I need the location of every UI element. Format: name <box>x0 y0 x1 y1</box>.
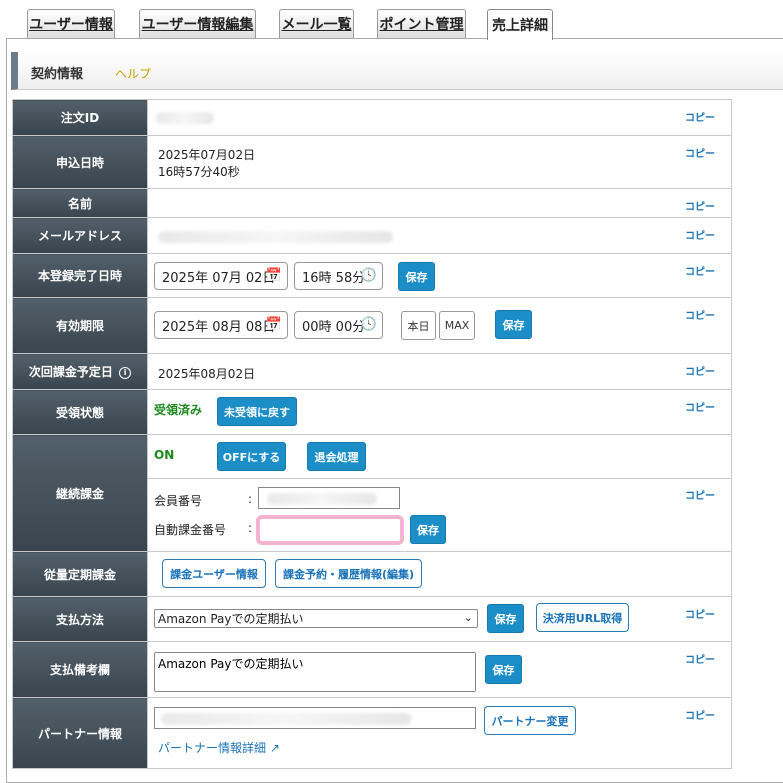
partner-detail-link[interactable]: パートナー情報詳細 ↗ <box>158 739 280 756</box>
label-name: 名前 <box>12 188 148 218</box>
row-registered-at: 本登録完了日時 2025年 07月 02日 📅 16時 58分 🕓 保存 コピー <box>12 253 732 298</box>
row-expiry: 有効期限 2025年 08月 08日 📅 00時 00分 🕓 本日 MAX 保存… <box>12 297 732 354</box>
row-receipt: 受領状態 受領済み 未受領に戻す コピー <box>12 389 732 435</box>
email-value-redacted <box>158 231 393 243</box>
row-name: 名前 コピー <box>12 188 732 218</box>
payment-note-textarea[interactable]: Amazon Payでの定期払い <box>154 652 476 692</box>
row-applied-at: 申込日時 2025年07月02日 16時57分40秒 コピー <box>12 135 732 189</box>
copy-email[interactable]: コピー <box>685 227 715 242</box>
clock-icon[interactable]: 🕓 <box>361 317 377 332</box>
tab-mail-list[interactable]: メール一覧 <box>279 9 354 38</box>
next-billing-value: 2025年08月02日 <box>158 367 256 381</box>
tab-user-info[interactable]: ユーザー情報 <box>27 9 115 38</box>
row-order-id: 注文ID コピー <box>12 99 732 136</box>
copy-expiry[interactable]: コピー <box>685 307 715 322</box>
withdraw-button[interactable]: 退会処理 <box>307 442 366 471</box>
partner-detail-link-text: パートナー情報詳細 <box>158 741 267 755</box>
expiry-date-value: 2025年 08月 08日 <box>162 319 276 335</box>
copy-name[interactable]: コピー <box>685 198 715 213</box>
expiry-time-input[interactable]: 00時 00分 🕓 <box>294 311 383 339</box>
row-next-billing: 次回課金予定日 i 2025年08月02日 コピー <box>12 353 732 390</box>
row-payment-note: 支払備考欄 Amazon Payでの定期払い 保存 コピー <box>12 641 732 698</box>
label-receipt: 受領状態 <box>12 389 148 435</box>
save-expiry-button[interactable]: 保存 <box>495 310 532 339</box>
copy-next-billing[interactable]: コピー <box>685 363 715 378</box>
label-registered-at: 本登録完了日時 <box>12 253 148 298</box>
receipt-status: 受領済み <box>154 403 203 417</box>
member-no-colon: : <box>248 492 253 506</box>
registered-time-value: 16時 58分 <box>302 270 366 286</box>
copy-receipt[interactable]: コピー <box>685 399 715 414</box>
applied-time: 16時57分40秒 <box>158 165 240 179</box>
copy-partner[interactable]: コピー <box>685 707 715 722</box>
auto-billing-label: 自動課金番号 <box>154 523 227 537</box>
row-partner: パートナー情報 パートナー変更 パートナー情報詳細 ↗ コピー <box>12 697 732 769</box>
member-no-redacted <box>267 493 377 505</box>
save-payment-method-button[interactable]: 保存 <box>487 604 524 633</box>
revert-receipt-button[interactable]: 未受領に戻す <box>217 397 297 426</box>
info-circle-icon[interactable]: i <box>119 366 132 379</box>
turn-off-button[interactable]: OFFにする <box>217 442 286 471</box>
copy-applied-at[interactable]: コピー <box>685 145 715 160</box>
max-button[interactable]: MAX <box>439 311 475 340</box>
auto-billing-colon: : <box>248 521 253 535</box>
payment-method-selected: Amazon Payでの定期払い <box>158 612 304 626</box>
label-expiry: 有効期限 <box>12 297 148 354</box>
row-recurring: 継続課金 ON OFFにする 退会処理 会員番号 : 自動課金番号 : 保存 コ… <box>12 434 732 552</box>
partner-redacted <box>161 713 411 725</box>
next-billing-label-text: 次回課金予定日 <box>28 365 113 379</box>
tab-point-management[interactable]: ポイント管理 <box>377 9 466 38</box>
help-link[interactable]: ヘルプ <box>115 65 151 82</box>
calendar-icon[interactable]: 📅 <box>266 317 282 332</box>
partner-input[interactable] <box>154 707 476 729</box>
expiry-date-input[interactable]: 2025年 08月 08日 📅 <box>154 311 288 339</box>
row-metered: 従量定期課金 課金ユーザー情報 課金予約・履歴情報(編集) <box>12 551 732 597</box>
row-email: メールアドレス コピー <box>12 217 732 254</box>
label-metered: 従量定期課金 <box>12 551 148 597</box>
payment-method-select[interactable]: Amazon Payでの定期払い ⌄ <box>154 609 478 628</box>
clock-icon[interactable]: 🕓 <box>361 268 377 283</box>
label-order-id: 注文ID <box>12 99 148 136</box>
copy-payment-note[interactable]: コピー <box>685 651 715 666</box>
label-payment-note: 支払備考欄 <box>12 641 148 698</box>
chevron-down-icon: ⌄ <box>463 611 473 624</box>
label-next-billing: 次回課金予定日 i <box>12 353 148 390</box>
tab-user-edit[interactable]: ユーザー情報編集 <box>139 9 256 38</box>
change-partner-button[interactable]: パートナー変更 <box>484 706 576 735</box>
auto-billing-input[interactable] <box>256 515 404 545</box>
section-title: 契約情報 <box>31 67 84 82</box>
external-link-icon: ↗ <box>269 741 280 755</box>
label-partner: パートナー情報 <box>12 697 148 769</box>
billing-user-info-button[interactable]: 課金ユーザー情報 <box>162 559 266 588</box>
order-id-value-redacted <box>156 112 214 124</box>
registered-date-input[interactable]: 2025年 07月 02日 📅 <box>154 262 288 290</box>
copy-registered-at[interactable]: コピー <box>685 263 715 278</box>
recurring-status: ON <box>154 448 175 462</box>
applied-date: 2025年07月02日 <box>158 148 256 162</box>
label-applied-at: 申込日時 <box>12 135 148 189</box>
member-no-label: 会員番号 <box>154 494 203 508</box>
contract-info-table: 注文ID コピー 申込日時 2025年07月02日 16時57分40秒 コピー … <box>12 99 732 769</box>
get-payment-url-button[interactable]: 決済用URL取得 <box>536 603 629 632</box>
tab-sales-detail[interactable]: 売上詳細 <box>487 9 553 40</box>
label-email: メールアドレス <box>12 217 148 254</box>
copy-recurring[interactable]: コピー <box>685 487 715 502</box>
billing-reservation-button[interactable]: 課金予約・履歴情報(編集) <box>275 559 422 588</box>
today-button[interactable]: 本日 <box>401 311 436 340</box>
save-registered-button[interactable]: 保存 <box>398 262 435 291</box>
label-recurring: 継続課金 <box>12 434 148 552</box>
expiry-time-value: 00時 00分 <box>302 319 366 335</box>
row-payment-method: 支払方法 Amazon Payでの定期払い ⌄ 保存 決済用URL取得 コピー <box>12 596 732 642</box>
copy-payment-method[interactable]: コピー <box>685 606 715 621</box>
calendar-icon[interactable]: 📅 <box>266 268 282 283</box>
save-auto-billing-button[interactable]: 保存 <box>410 515 446 544</box>
label-payment-method: 支払方法 <box>12 596 148 642</box>
registered-date-value: 2025年 07月 02日 <box>162 270 276 286</box>
copy-order-id[interactable]: コピー <box>685 109 715 124</box>
recurring-divider <box>148 478 731 479</box>
registered-time-input[interactable]: 16時 58分 🕓 <box>294 262 383 290</box>
save-payment-note-button[interactable]: 保存 <box>485 655 522 684</box>
member-no-input[interactable] <box>258 487 400 509</box>
